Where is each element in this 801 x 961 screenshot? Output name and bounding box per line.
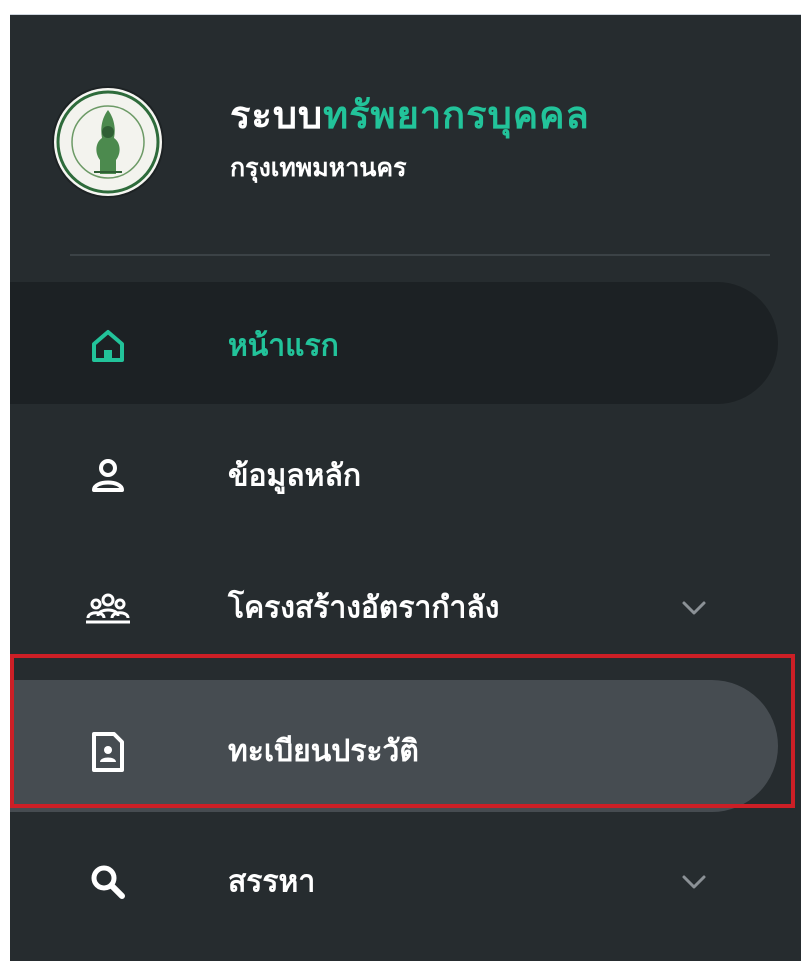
id-document-icon (84, 728, 132, 776)
sidebar-header: ระบบทรัพยากรบุคคล กรุงเทพมหานคร (50, 76, 770, 206)
nav-item-home[interactable]: หน้าแรก (10, 282, 780, 410)
nav-item-workforce-structure[interactable]: โครงสร้างอัตรากำลัง (10, 544, 780, 672)
sidebar: ระบบทรัพยากรบุคคล กรุงเทพมหานคร หน้าแรก … (10, 14, 801, 961)
nav-item-recruitment[interactable]: สรรหา (10, 818, 780, 946)
bangkok-seal-logo (54, 88, 162, 196)
nav-item-label: หน้าแรก (228, 328, 339, 364)
nav-item-label: ข้อมูลหลัก (228, 458, 362, 494)
nav-item-label: โครงสร้างอัตรากำลัง (228, 590, 500, 626)
nav-item-label: ทะเบียนประวัติ (228, 734, 419, 769)
header-divider (70, 254, 770, 256)
nav-item-personnel-records[interactable]: ทะเบียนประวัติ (10, 672, 780, 812)
user-icon (84, 452, 132, 500)
home-icon (84, 322, 132, 370)
search-icon (84, 858, 132, 906)
nav-item-label: สรรหา (228, 864, 316, 900)
app-subtitle: กรุงเทพมหานคร (230, 153, 407, 182)
app-title-highlight: ทรัพยากรบุคคล (323, 93, 590, 137)
chevron-down-icon[interactable] (674, 862, 714, 902)
users-group-icon (84, 584, 132, 632)
app-title-prefix: ระบบ (230, 93, 324, 137)
nav-item-master-data[interactable]: ข้อมูลหลัก (10, 412, 780, 540)
chevron-down-icon[interactable] (674, 588, 714, 628)
app-title: ระบบทรัพยากรบุคคล (230, 84, 590, 145)
